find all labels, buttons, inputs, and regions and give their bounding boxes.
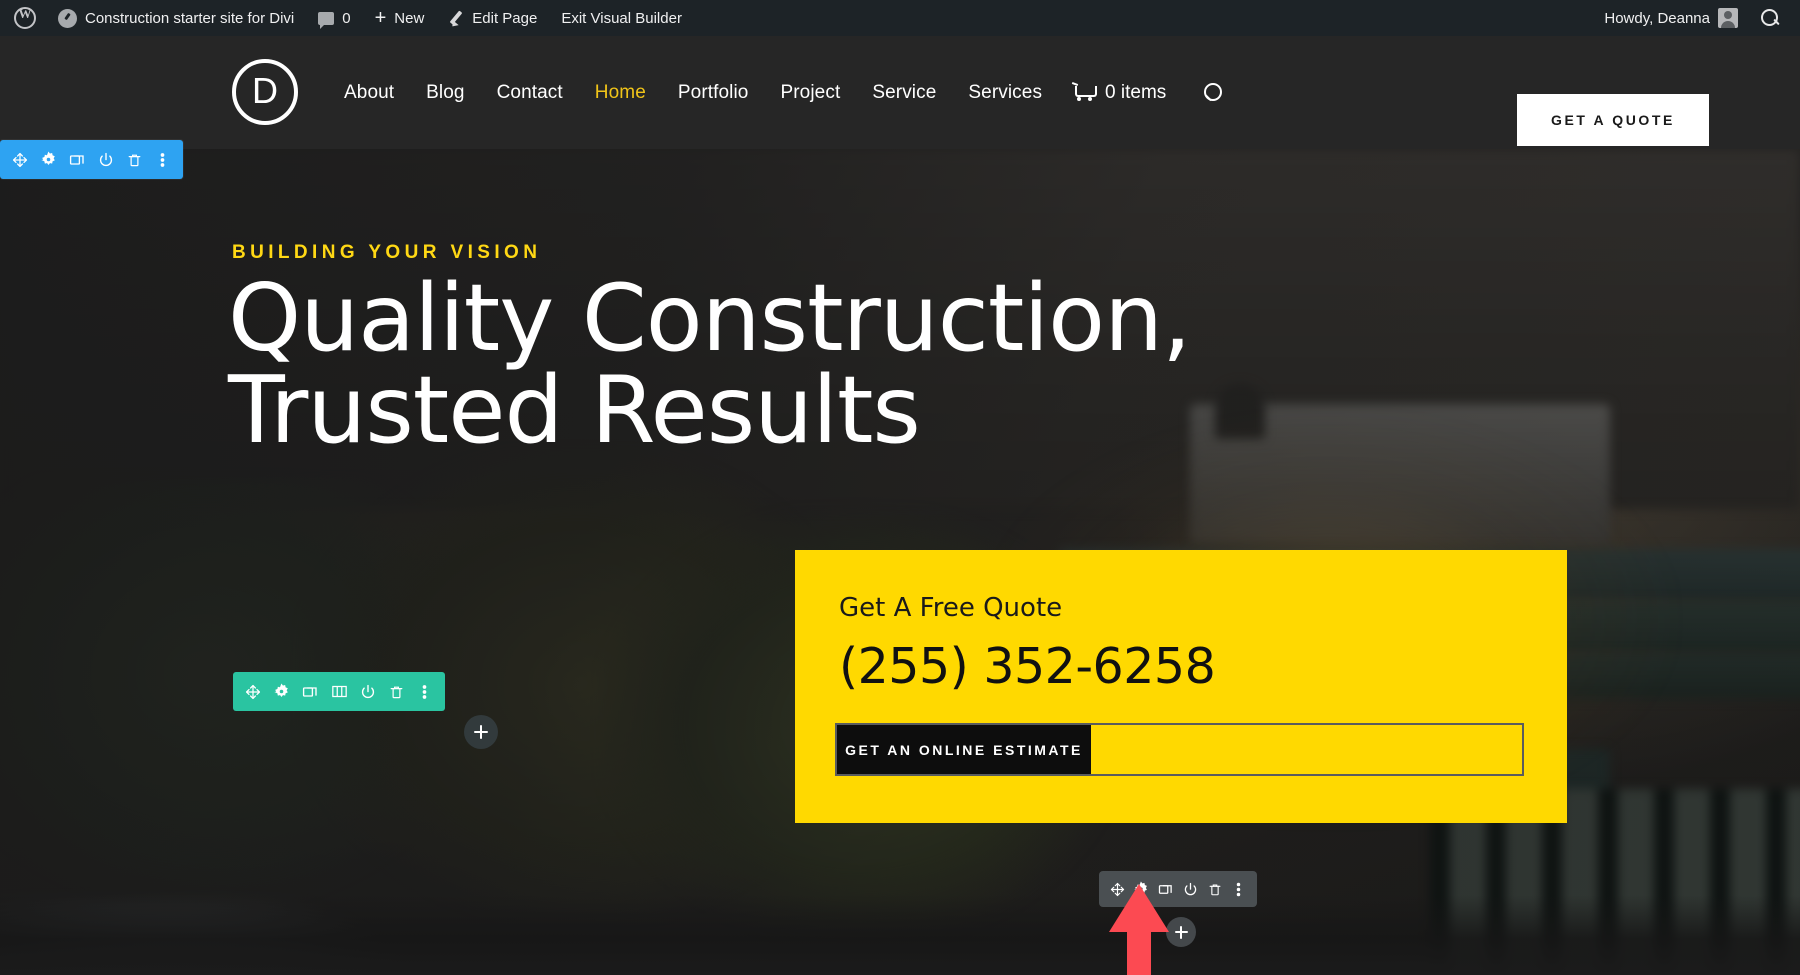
edit-page-label: Edit Page (472, 9, 538, 27)
admin-search-button[interactable] (1748, 0, 1792, 36)
ellipsis-vertical-icon[interactable] (410, 672, 439, 711)
edit-page-menu[interactable]: Edit Page (436, 0, 549, 36)
new-label: New (394, 9, 425, 27)
shopping-cart-icon (1072, 83, 1098, 102)
hero-title-line-2: Trusted Results (228, 356, 921, 465)
howdy-label: Howdy, Deanna (1604, 9, 1710, 27)
screen-root: Construction starter site for Divi 0 + N… (0, 0, 1800, 975)
nav-item-service[interactable]: Service (856, 82, 952, 104)
move-icon[interactable] (6, 140, 35, 179)
hero-title: Quality Construction, Trusted Results (228, 272, 1408, 465)
columns-icon[interactable] (325, 672, 354, 711)
nav-item-contact[interactable]: Contact (481, 82, 579, 104)
red-arrow-up-annotation (1107, 884, 1171, 975)
comments-menu[interactable]: 0 (306, 0, 362, 36)
trash-icon[interactable] (120, 140, 149, 179)
quote-card-phone[interactable]: (255) 352-6258 (839, 638, 1216, 695)
comment-bubble-icon (318, 11, 335, 29)
power-icon[interactable] (92, 140, 121, 179)
primary-navigation: About Blog Contact Home Portfolio Projec… (328, 36, 1224, 149)
section-toolbar (0, 140, 183, 179)
site-logo-letter: D (252, 70, 278, 111)
add-row-icon[interactable] (464, 715, 498, 749)
row-toolbar (233, 672, 445, 711)
cart-item-count: 0 items (1105, 81, 1167, 103)
admin-bar-left-group: Construction starter site for Divi 0 + N… (0, 0, 694, 36)
nav-item-home[interactable]: Home (579, 82, 662, 104)
nav-item-project[interactable]: Project (764, 82, 856, 104)
duplicate-icon[interactable] (296, 672, 325, 711)
ellipsis-vertical-icon[interactable] (149, 140, 178, 179)
wp-admin-bar: Construction starter site for Divi 0 + N… (0, 0, 1800, 36)
gear-icon[interactable] (35, 140, 64, 179)
wp-logo-menu[interactable] (0, 0, 46, 36)
trash-icon[interactable] (382, 672, 411, 711)
search-icon (1760, 8, 1780, 28)
power-icon[interactable] (1178, 871, 1202, 907)
pencil-icon (448, 10, 464, 26)
trash-icon[interactable] (1203, 871, 1227, 907)
plus-icon: + (374, 7, 387, 29)
exit-visual-builder-menu[interactable]: Exit Visual Builder (549, 0, 694, 36)
selected-module-outline[interactable]: GET AN ONLINE ESTIMATE (835, 723, 1524, 776)
dashboard-icon (58, 8, 77, 28)
ellipsis-vertical-icon[interactable] (1227, 871, 1251, 907)
site-name-menu[interactable]: Construction starter site for Divi (46, 0, 306, 36)
site-name-label: Construction starter site for Divi (85, 9, 295, 27)
hero-eyebrow: BUILDING YOUR VISION (232, 242, 542, 263)
search-icon[interactable] (1202, 82, 1224, 104)
move-icon[interactable] (239, 672, 268, 711)
wordpress-logo-icon (14, 6, 36, 29)
exit-visual-builder-label: Exit Visual Builder (561, 9, 682, 27)
site-header: D About Blog Contact Home Portfolio Proj… (0, 36, 1800, 149)
free-quote-card: Get A Free Quote (255) 352-6258 GET AN O… (795, 550, 1567, 823)
cart-link[interactable]: 0 items (1058, 82, 1180, 104)
user-avatar-icon (1718, 8, 1738, 28)
power-icon[interactable] (353, 672, 382, 711)
gear-icon[interactable] (268, 672, 297, 711)
hero-section: BUILDING YOUR VISION Quality Constructio… (0, 149, 1800, 975)
duplicate-icon[interactable] (63, 140, 92, 179)
account-menu[interactable]: Howdy, Deanna (1590, 0, 1748, 36)
nav-item-portfolio[interactable]: Portfolio (662, 82, 765, 104)
new-content-menu[interactable]: + New (363, 0, 437, 36)
site-logo[interactable]: D (232, 59, 298, 125)
nav-item-blog[interactable]: Blog (410, 82, 480, 104)
comments-count: 0 (342, 9, 351, 27)
get-an-online-estimate-button[interactable]: GET AN ONLINE ESTIMATE (837, 725, 1091, 774)
nav-item-services[interactable]: Services (952, 82, 1058, 104)
get-a-quote-button[interactable]: GET A QUOTE (1516, 94, 1709, 146)
admin-bar-right-group: Howdy, Deanna (1590, 0, 1800, 36)
quote-card-title: Get A Free Quote (839, 593, 1063, 623)
nav-item-about[interactable]: About (328, 82, 410, 104)
